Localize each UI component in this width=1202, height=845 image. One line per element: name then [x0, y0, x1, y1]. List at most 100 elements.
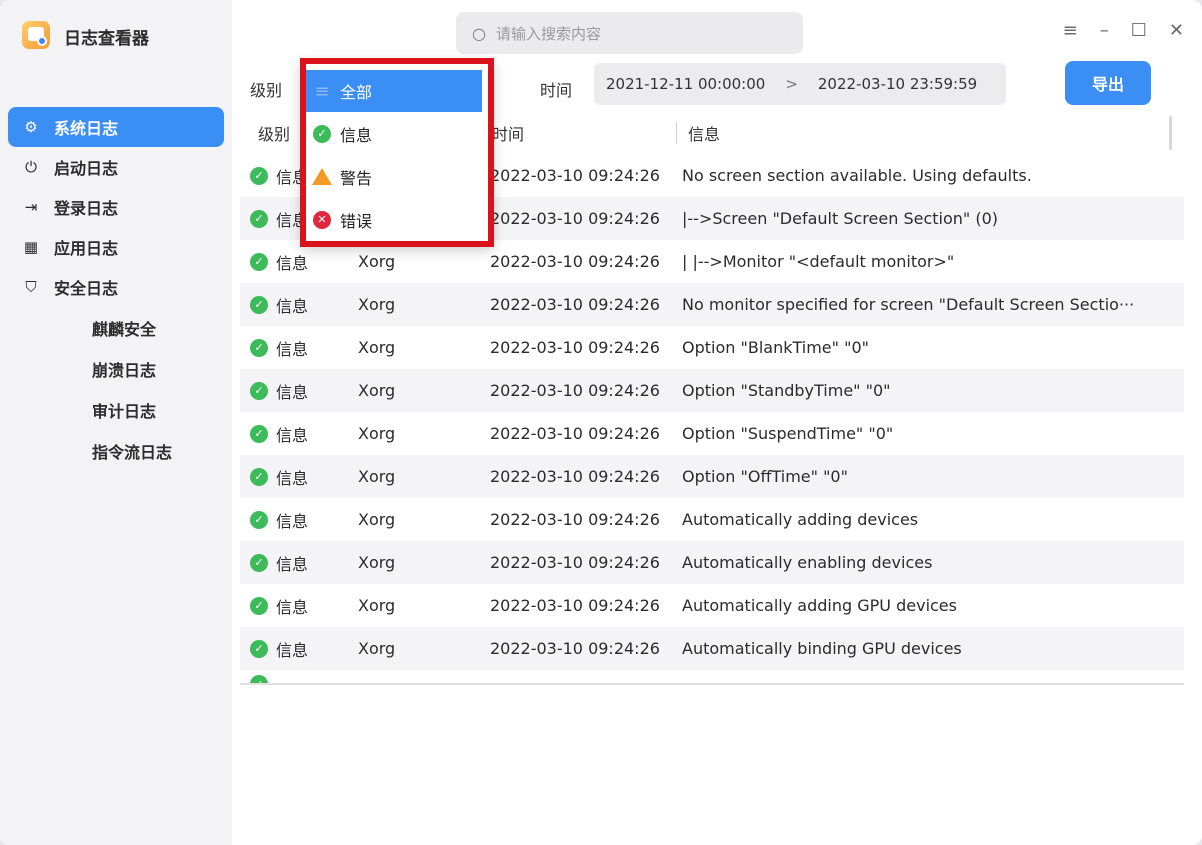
- option-label: 信息: [340, 125, 373, 145]
- table-row[interactable]: ✓ 信息 Xorg 2022-03-10 09:24:26 Option "BlankT…: [240, 326, 1184, 369]
- level-text: 信息: [276, 468, 309, 488]
- table-row[interactable]: ✓ 信息 Xorg 2022-03-10 09:24:26 Automatically …: [240, 498, 1184, 541]
- check-circle-icon: ✓: [250, 295, 268, 314]
- sidebar-item-boot-log[interactable]: ⏻ 启动日志: [8, 147, 224, 187]
- check-circle-icon: ✓: [250, 510, 268, 529]
- table-row[interactable]: ✓ 信息 Xorg 2022-03-10 09:24:26 Automatically …: [240, 584, 1184, 627]
- level-text: 信息: [276, 554, 309, 574]
- cell-level: ✓ 信息: [250, 379, 308, 403]
- cell-process: Xorg: [358, 467, 396, 486]
- cell-message: Automatically binding GPU devices: [682, 639, 962, 658]
- check-circle-icon: ✓: [250, 675, 268, 683]
- cell-message: Option "StandbyTime" "0": [682, 381, 891, 400]
- column-divider[interactable]: [676, 122, 677, 144]
- sidebar-subitem-kylin-security[interactable]: 麒麟安全: [8, 307, 224, 348]
- column-header-time[interactable]: 时间: [492, 121, 524, 145]
- sidebar-item-label: 启动日志: [54, 159, 119, 178]
- option-label: 警告: [340, 168, 373, 188]
- cell-level: ✓ 信息: [250, 422, 308, 446]
- sidebar-item-label: 登录日志: [54, 199, 119, 218]
- sidebar-subitem-command-log[interactable]: 指令流日志: [8, 430, 224, 471]
- sidebar-subitem-crash-log[interactable]: 崩溃日志: [8, 348, 224, 389]
- chevron-right-icon: >: [785, 75, 798, 93]
- sidebar-item-system-log[interactable]: ⚙ 系统日志: [8, 107, 224, 147]
- check-circle-icon: ✓: [250, 166, 268, 185]
- minimize-icon[interactable]: –: [1100, 20, 1109, 41]
- dropdown-option-warning[interactable]: 警告: [306, 155, 488, 198]
- table-row[interactable]: ✓ 信息 Xorg 2022-03-10 09:24:26 Automatically …: [240, 541, 1184, 584]
- level-text: 信息: [276, 339, 309, 359]
- menu-icon[interactable]: ≡: [1063, 20, 1078, 41]
- cell-level: ✓ 信息: [250, 465, 308, 489]
- table-row[interactable]: ✓ 信息 Xorg 2022-03-10 09:24:26 No monitor spe…: [240, 283, 1184, 326]
- log-viewer-window: 日志查看器 ⚙ 系统日志 ⏻ 启动日志 ⇥ 登录日志 ▦ 应用日志 ⛉ 安全日志: [0, 0, 1202, 845]
- dropdown-option-info[interactable]: ✓ 信息: [306, 112, 488, 155]
- cell-message: Option "BlankTime" "0": [682, 338, 869, 357]
- check-circle-icon: ✓: [250, 209, 268, 228]
- cell-level: ✓ 信息: [250, 637, 308, 661]
- cell-process: Xorg: [358, 252, 396, 271]
- cell-process: Xorg: [358, 424, 396, 443]
- maximize-icon[interactable]: ☐: [1131, 20, 1147, 41]
- check-circle-icon: ✓: [250, 596, 268, 615]
- scrollbar[interactable]: [1169, 116, 1172, 150]
- dropdown-option-all[interactable]: ≡ 全部: [306, 70, 482, 112]
- cell-time: 2022-03-10 09:24:26: [490, 295, 660, 314]
- export-button[interactable]: 导出: [1065, 61, 1151, 105]
- search-input[interactable]: ○ 请输入搜索内容: [456, 12, 803, 54]
- sidebar-item-login-log[interactable]: ⇥ 登录日志: [8, 187, 224, 227]
- window-controls: ≡ – ☐ ✕: [1063, 20, 1184, 41]
- table-row[interactable]: ✓ 信息 Xorg 2022-03-10 09:24:26 Option "OffTim…: [240, 455, 1184, 498]
- cell-time: 2022-03-10 09:24:26: [490, 381, 660, 400]
- level-text: 信息: [276, 382, 309, 402]
- cell-process: Xorg: [358, 381, 396, 400]
- check-circle-icon: ✓: [250, 338, 268, 357]
- login-icon: ⇥: [24, 198, 38, 216]
- check-circle-icon: ✓: [250, 553, 268, 572]
- date-range-picker[interactable]: 2021-12-11 00:00:00 > 2022-03-10 23:59:5…: [594, 63, 1006, 105]
- shield-icon: ⛉: [25, 278, 37, 296]
- power-icon: ⏻: [25, 158, 37, 176]
- check-circle-icon: ✓: [250, 639, 268, 658]
- cell-level: ✓ 信息: [250, 336, 308, 360]
- sidebar-nav: ⚙ 系统日志 ⏻ 启动日志 ⇥ 登录日志 ▦ 应用日志 ⛉ 安全日志 麒麟安全 …: [8, 107, 224, 471]
- column-header-message[interactable]: 信息: [688, 121, 720, 145]
- level-text: 信息: [276, 296, 309, 316]
- cell-message: No screen section available. Using defau…: [682, 166, 1032, 185]
- sidebar-item-security-log[interactable]: ⛉ 安全日志: [8, 267, 224, 307]
- search-icon: ○: [472, 23, 486, 43]
- close-icon[interactable]: ✕: [1169, 20, 1184, 41]
- dropdown-option-error[interactable]: ✕ 错误: [306, 198, 488, 241]
- cell-time: 2022-03-10 09:24:26: [490, 166, 660, 185]
- cell-time: 2022-03-10 09:24:26: [490, 639, 660, 658]
- cell-time: 2022-03-10 09:24:26: [490, 338, 660, 357]
- check-circle-icon: ✓: [250, 252, 268, 271]
- cell-message: No monitor specified for screen "Default…: [682, 295, 1135, 314]
- sidebar-item-app-log[interactable]: ▦ 应用日志: [8, 227, 224, 267]
- app-logo-icon: [22, 21, 50, 49]
- table-bottom-border: [240, 683, 1184, 685]
- option-label: 全部: [340, 83, 373, 102]
- cell-message: Option "OffTime" "0": [682, 467, 848, 486]
- table-row[interactable]: ✓ 信息 Xorg 2022-03-10 09:24:26 Option "Suspen…: [240, 412, 1184, 455]
- column-header-level[interactable]: 级别: [258, 121, 290, 145]
- cell-level: ✓ 信息: [250, 293, 308, 317]
- date-end[interactable]: 2022-03-10 23:59:59: [818, 75, 977, 93]
- sidebar-item-label: 安全日志: [54, 279, 119, 298]
- cell-level: ✓ 信息: [250, 551, 308, 575]
- cell-process: Xorg: [358, 295, 396, 314]
- table-row-partial: ✓: [250, 675, 1150, 683]
- level-filter-label: 级别: [250, 81, 283, 100]
- sidebar-subitem-audit-log[interactable]: 审计日志: [8, 389, 224, 430]
- check-circle-icon: ✓: [250, 467, 268, 486]
- check-circle-icon: ✓: [250, 424, 268, 443]
- apps-grid-icon: ▦: [23, 238, 39, 256]
- cell-level: ✓ 信息: [250, 594, 308, 618]
- cell-time: 2022-03-10 09:24:26: [490, 424, 660, 443]
- gear-icon: ⚙: [24, 118, 38, 136]
- table-row[interactable]: ✓ 信息 Xorg 2022-03-10 09:24:26 Automatically …: [240, 627, 1184, 670]
- cell-level: ✓ 信息: [250, 250, 308, 274]
- date-start[interactable]: 2021-12-11 00:00:00: [606, 75, 765, 93]
- cell-time: 2022-03-10 09:24:26: [490, 553, 660, 572]
- table-row[interactable]: ✓ 信息 Xorg 2022-03-10 09:24:26 Option "Standb…: [240, 369, 1184, 412]
